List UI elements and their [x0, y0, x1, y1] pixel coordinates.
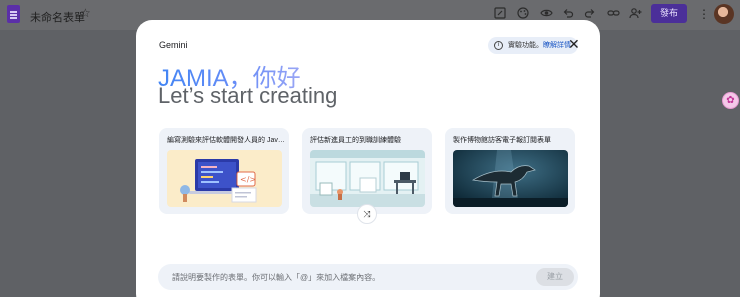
document-title[interactable]: 未命名表單: [30, 9, 85, 25]
suggestion-card-onboarding[interactable]: 評估新進員工的到職訓練體驗: [302, 128, 432, 214]
office-illustration: [310, 150, 425, 207]
svg-text:</>: </>: [240, 175, 256, 184]
dialog-label: Gemini: [159, 40, 188, 50]
preview-eye-icon[interactable]: [539, 7, 553, 21]
card-title: 評估新進員工的到職訓練體驗: [310, 137, 401, 144]
undo-icon[interactable]: [561, 7, 575, 21]
experimental-badge: i 實驗功能。瞭解詳情: [488, 37, 578, 54]
prompt-input[interactable]: 請說明要製作的表單。你可以輸入「@」來加入檔案內容。 建立: [158, 264, 578, 290]
palette-icon[interactable]: [516, 7, 530, 21]
forms-icon[interactable]: [7, 5, 20, 23]
suggestion-card-java-quiz[interactable]: 編寫測驗來評估軟體開發人員的 Java ... </>: [159, 128, 289, 214]
customize-icon[interactable]: [493, 7, 507, 21]
card-title: 編寫測驗來評估軟體開發人員的 Java ...: [167, 137, 285, 144]
dinosaur-museum-photo: [453, 150, 568, 207]
more-vert-icon[interactable]: ⋮: [698, 7, 710, 21]
extension-icon[interactable]: ✿: [722, 92, 739, 109]
link-icon[interactable]: [606, 7, 620, 21]
redo-icon[interactable]: [583, 7, 597, 21]
experimental-text: 實驗功能。: [508, 42, 543, 49]
add-person-icon[interactable]: [628, 7, 642, 21]
subtitle: Let’s start creating: [158, 83, 338, 108]
prompt-placeholder: 請說明要製作的表單。你可以輸入「@」來加入檔案內容。: [172, 273, 381, 282]
star-icon[interactable]: ☆: [80, 6, 91, 20]
create-button[interactable]: 建立: [536, 268, 574, 286]
suggestion-card-museum-newsletter[interactable]: 製作博物館訪客電子報訂閱表單: [445, 128, 575, 214]
close-icon[interactable]: ✕: [568, 36, 580, 53]
card-title: 製作博物館訪客電子報訂閱表單: [453, 137, 551, 144]
avatar[interactable]: [714, 4, 734, 24]
publish-button[interactable]: 發布: [651, 4, 687, 23]
shuffle-icon[interactable]: ⤨: [357, 204, 377, 224]
code-screen-illustration: </>: [167, 150, 282, 207]
gemini-dialog: Gemini i 實驗功能。瞭解詳情 ✕ JAMIA，你好 Let’s star…: [136, 20, 600, 297]
learn-more-link[interactable]: 瞭解詳情: [543, 42, 571, 49]
info-icon: i: [494, 41, 503, 50]
